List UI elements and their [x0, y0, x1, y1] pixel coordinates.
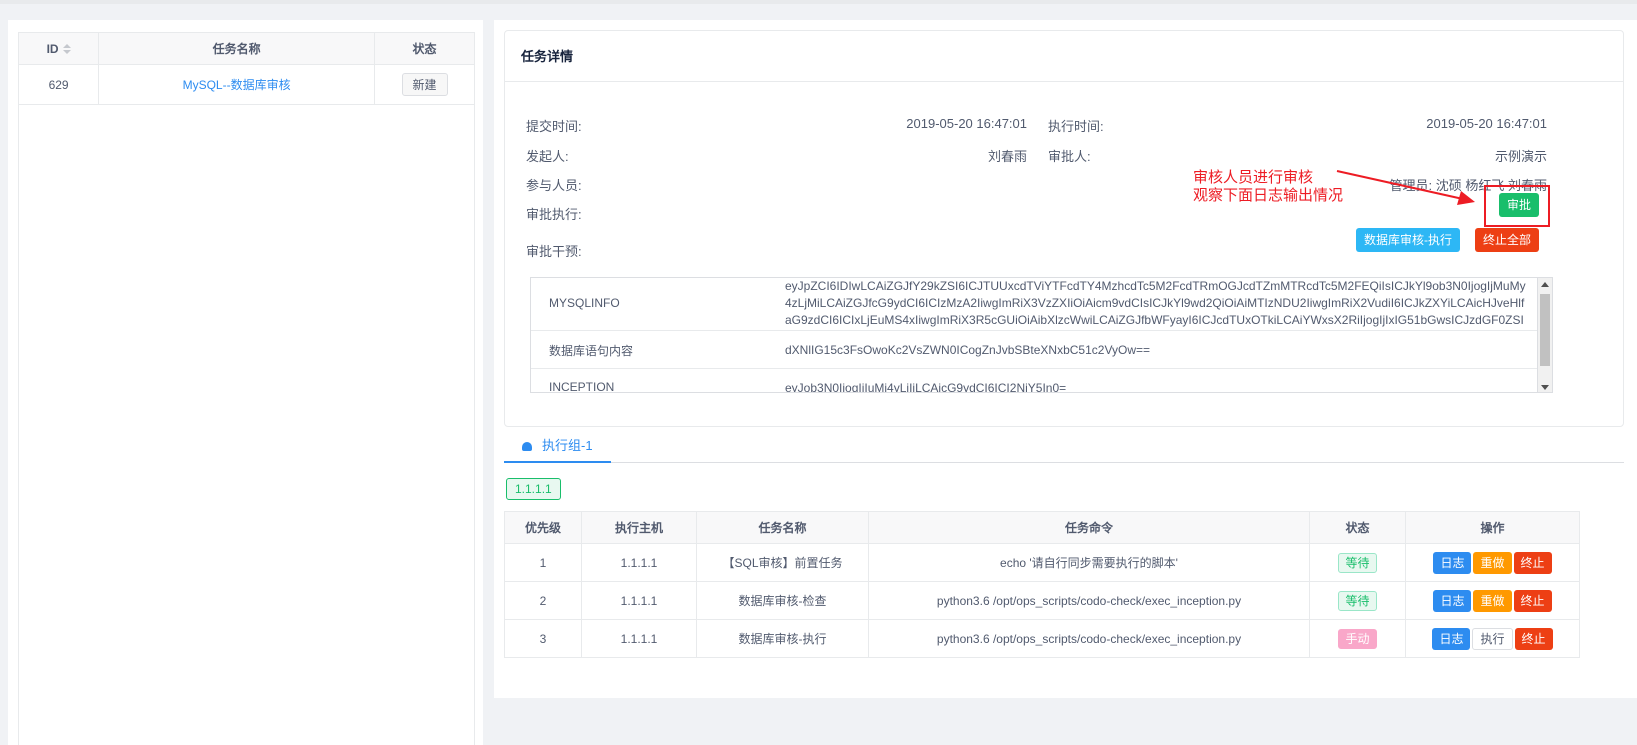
- task-list-table: ID 任务名称 状态 629 MySQL--数据库审核 新建: [17, 32, 475, 105]
- stop-button[interactable]: 终止: [1513, 589, 1552, 612]
- scroll-up-icon[interactable]: [1541, 282, 1549, 287]
- list-item: MYSQLINFO eyJpZCI6IDIwLCAiZGJfY29kZSI6IC…: [531, 278, 1538, 331]
- approve-exec-label: 审批执行:: [526, 207, 582, 222]
- divider: [18, 92, 19, 745]
- approve-button[interactable]: 审批: [1499, 193, 1540, 217]
- exec-time-value: 2019-05-20 16:47:01: [1426, 116, 1547, 131]
- stop-button[interactable]: 终止: [1514, 627, 1553, 650]
- redo-button[interactable]: 重做: [1473, 551, 1512, 574]
- column-header-host: 执行主机: [581, 511, 697, 544]
- initiator-value: 刘春雨: [987, 149, 1027, 164]
- execute-button[interactable]: 执行: [1472, 627, 1513, 650]
- top-border: [0, 0, 1637, 4]
- task-detail-panel: 任务详情 提交时间: 2019-05-20 16:47:01 执行时间: 201…: [494, 20, 1637, 698]
- annotation-arrow-icon: [1336, 170, 1475, 205]
- status-badge: 等待: [1338, 552, 1377, 573]
- status-badge[interactable]: 新建: [401, 73, 448, 96]
- stop-button[interactable]: 终止: [1513, 551, 1552, 574]
- list-item: INCEPTION eyJob3N0IjogIjIuMi4yLjIiLCAicG…: [549, 380, 1067, 393]
- scroll-thumb[interactable]: [1540, 294, 1550, 366]
- scroll-down-icon[interactable]: [1541, 385, 1549, 390]
- column-header-command: 任务命令: [868, 511, 1310, 544]
- exec-group-tabs: 执行组-1: [504, 428, 1624, 463]
- task-id: 629: [17, 64, 100, 105]
- column-header-status: 状态: [374, 32, 475, 65]
- initiator-label: 发起人:: [526, 149, 569, 164]
- intervene-label: 审批干预:: [526, 244, 582, 259]
- status-badge: 等待: [1338, 590, 1377, 611]
- cloud-icon: [522, 442, 532, 451]
- approver-value: 示例演示: [1494, 149, 1547, 164]
- submit-time-value: 2019-05-20 16:47:01: [906, 116, 1027, 131]
- column-header-id[interactable]: ID: [17, 32, 100, 65]
- annotation-text: 审核人员进行审核 观察下面日志输出情况: [1193, 169, 1344, 204]
- approver-label: 审批人:: [1048, 149, 1091, 164]
- divider: [474, 92, 475, 745]
- submit-time-label: 提交时间:: [526, 119, 582, 134]
- scrollbar[interactable]: [1537, 278, 1552, 392]
- task-args-list[interactable]: MYSQLINFO eyJpZCI6IDIwLCAiZGJfY29kZSI6IC…: [530, 277, 1553, 393]
- list-item: 数据库语句内容 dXNlIG15c3FsOwoKc2VsZWN0ICogZnJv…: [531, 331, 1538, 369]
- status-badge: 手动: [1338, 628, 1377, 649]
- table-row: 3 1.1.1.1 数据库审核-执行 python3.6 /opt/ops_sc…: [504, 619, 1580, 658]
- sort-icon[interactable]: [62, 44, 71, 55]
- task-detail-card: 任务详情 提交时间: 2019-05-20 16:47:01 执行时间: 201…: [504, 30, 1624, 427]
- column-header-name: 任务名称: [98, 32, 376, 65]
- column-header-task-name: 任务名称: [696, 511, 869, 544]
- table-row: 1 1.1.1.1 【SQL审核】前置任务 echo '请自行同步需要执行的脚本…: [504, 543, 1580, 582]
- column-header-status: 状态: [1309, 511, 1406, 544]
- log-button[interactable]: 日志: [1433, 551, 1472, 574]
- stop-all-button[interactable]: 终止全部: [1475, 228, 1540, 252]
- tab-exec-group-1[interactable]: 执行组-1: [504, 428, 611, 463]
- db-audit-exec-button[interactable]: 数据库审核-执行: [1356, 228, 1460, 252]
- redo-button[interactable]: 重做: [1473, 589, 1512, 612]
- log-button[interactable]: 日志: [1432, 627, 1471, 650]
- host-tag[interactable]: 1.1.1.1: [506, 478, 561, 500]
- table-row: 2 1.1.1.1 数据库审核-检查 python3.6 /opt/ops_sc…: [504, 581, 1580, 620]
- participants-label: 参与人员:: [526, 178, 582, 193]
- exec-task-table: 优先级 执行主机 任务名称 任务命令 状态 操作 1 1.1.1.1 【SQL审…: [504, 511, 1580, 658]
- column-header-priority: 优先级: [504, 511, 582, 544]
- task-name-link[interactable]: MySQL--数据库审核: [183, 78, 291, 92]
- column-header-actions: 操作: [1405, 511, 1580, 544]
- log-button[interactable]: 日志: [1433, 589, 1472, 612]
- card-title: 任务详情: [505, 31, 1623, 82]
- table-row[interactable]: 629 MySQL--数据库审核 新建: [17, 64, 475, 105]
- exec-time-label: 执行时间:: [1048, 119, 1104, 134]
- task-list-panel: ID 任务名称 状态 629 MySQL--数据库审核 新建: [8, 20, 483, 745]
